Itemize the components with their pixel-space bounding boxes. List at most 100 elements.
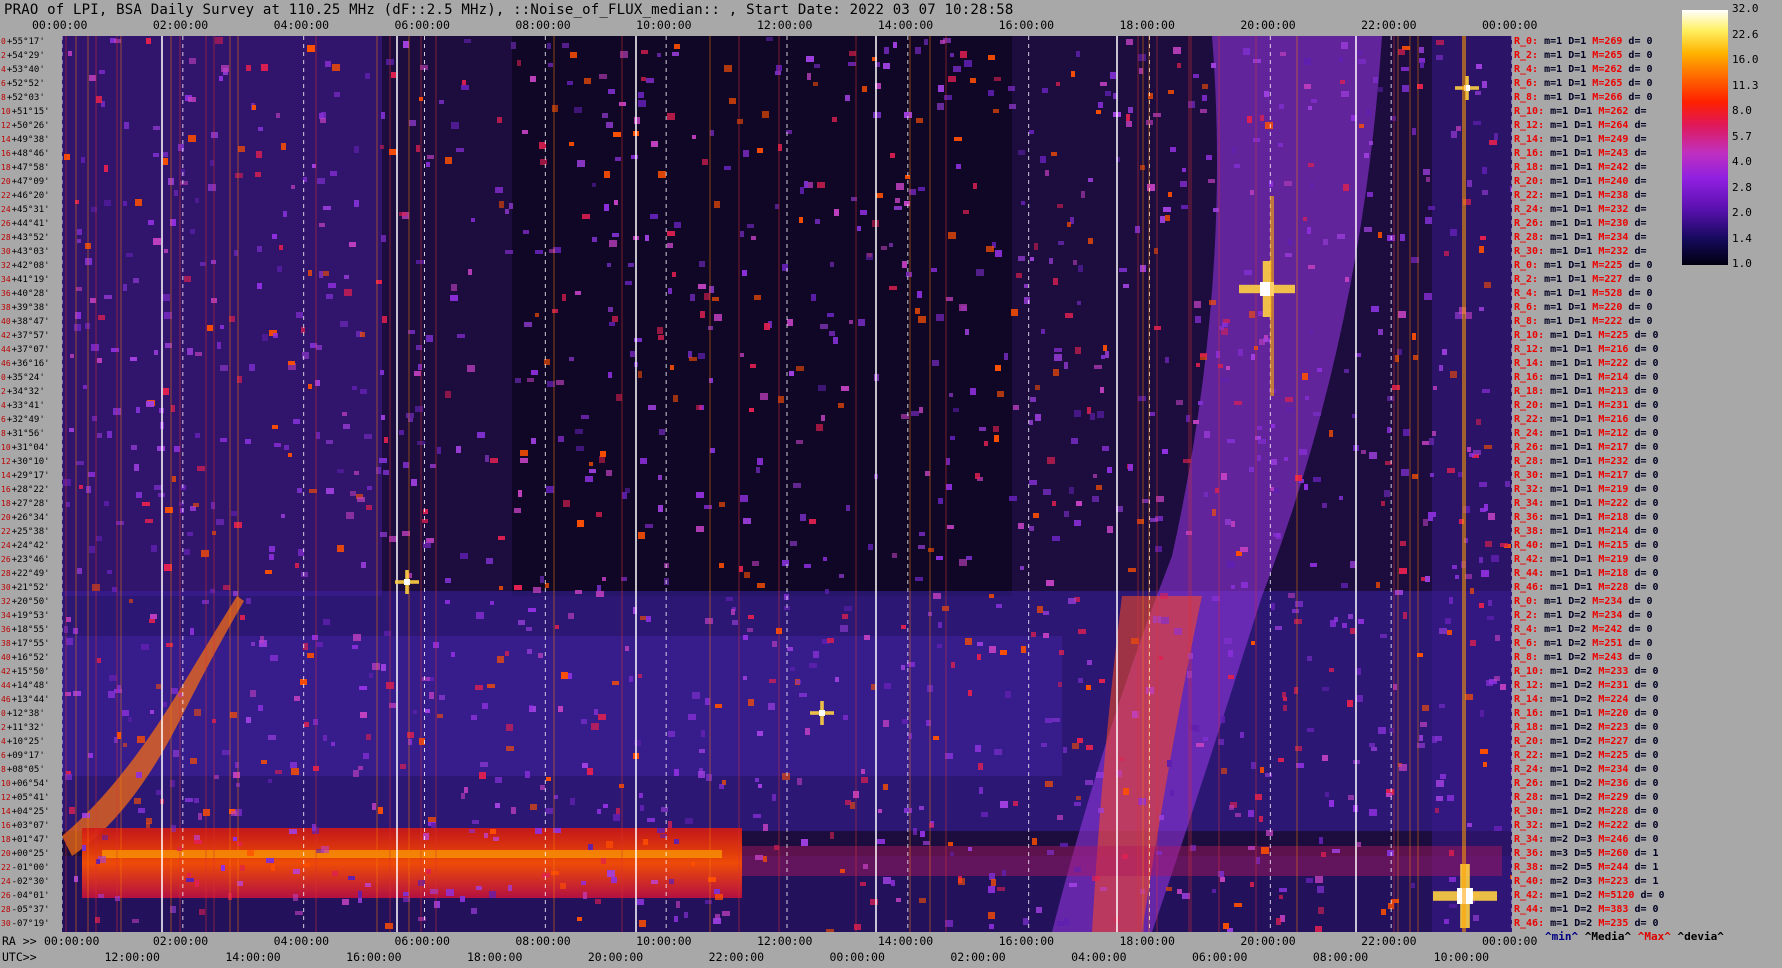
speckle xyxy=(414,371,421,376)
speckle xyxy=(1423,519,1428,526)
speckle xyxy=(250,690,256,697)
speckle xyxy=(136,772,142,778)
receiver-stat-field: R_22: xyxy=(1514,750,1551,761)
declination-label: 18+47°58' xyxy=(1,163,50,173)
speckle xyxy=(705,618,713,624)
speckle xyxy=(551,871,559,875)
receiver-stat-field: D=2 xyxy=(1574,806,1599,817)
speckle xyxy=(270,655,278,661)
speckle xyxy=(1009,104,1016,109)
speckle xyxy=(782,560,789,566)
speckle xyxy=(124,122,129,129)
speckle xyxy=(1366,109,1372,116)
speckle xyxy=(616,808,620,815)
utc-bottom-label: 16:00:00 xyxy=(346,950,402,964)
speckle xyxy=(748,699,754,706)
receiver-stat-field: d= 1 xyxy=(1634,848,1659,859)
speckle xyxy=(129,599,133,603)
speckle xyxy=(332,871,338,876)
receiver-stat-field: d= 0 xyxy=(1634,806,1659,817)
declination-value: +09°17' xyxy=(6,751,45,761)
utc-bottom-label: 08:00:00 xyxy=(1312,950,1369,964)
speckle xyxy=(1430,473,1434,477)
speckle xyxy=(674,839,679,844)
declination-label: 36+40°28' xyxy=(1,289,50,299)
source-bright-2-core xyxy=(819,710,825,716)
time-top-label: 14:00:00 xyxy=(877,18,934,32)
speckle xyxy=(1308,163,1314,167)
receiver-stat-row: R_28: m=1 D=1 M=234 d= xyxy=(1514,232,1646,243)
receiver-stat-field: m=1 xyxy=(1550,792,1575,803)
speckle xyxy=(219,76,223,81)
colorbar-tick-label: 4.0 xyxy=(1732,155,1752,168)
declination-index: 38 xyxy=(1,639,11,648)
speckle xyxy=(275,770,282,774)
declination-label: 8+31°56' xyxy=(1,429,45,439)
speckle xyxy=(1444,919,1449,924)
speckle xyxy=(266,858,274,863)
speckle xyxy=(1071,438,1078,444)
receiver-stat-row: R_6: m=1 D=1 M=265 d= 0 xyxy=(1514,78,1653,89)
receiver-stat-field: d= 0 xyxy=(1628,260,1653,271)
speckle xyxy=(743,676,747,680)
speckle xyxy=(358,891,362,898)
ra-bottom-label: 22:00:00 xyxy=(1361,934,1417,948)
speckle xyxy=(1077,738,1083,743)
speckle xyxy=(842,614,848,619)
speckle xyxy=(366,505,372,510)
speckle xyxy=(1455,575,1459,579)
speckle xyxy=(361,562,366,568)
receiver-stat-field: m=1 xyxy=(1544,260,1569,271)
speckle xyxy=(940,40,945,44)
receiver-stat-field: M=5120 xyxy=(1598,890,1641,901)
declination-index: 6 xyxy=(1,751,6,760)
speckle xyxy=(1168,90,1174,94)
speckle xyxy=(64,154,70,160)
colorbar-tick-label: 2.8 xyxy=(1732,180,1752,194)
speckle xyxy=(1371,747,1377,751)
speckle xyxy=(838,403,844,408)
speckle xyxy=(896,183,904,190)
speckle xyxy=(560,883,566,889)
receiver-stat-field: D=1 xyxy=(1568,316,1593,327)
receiver-stat-field: D=1 xyxy=(1574,162,1599,173)
colorbar-tick-label: 2.0 xyxy=(1732,206,1752,219)
speckle xyxy=(506,724,513,731)
speckle xyxy=(944,95,952,100)
speckle xyxy=(400,764,406,769)
speckle xyxy=(1220,877,1225,882)
speckle xyxy=(1167,760,1172,767)
speckle xyxy=(372,803,376,810)
receiver-stat-field: d= 0 xyxy=(1634,428,1659,439)
speckle xyxy=(334,92,340,97)
speckle xyxy=(750,364,756,368)
declination-index: 26 xyxy=(1,891,11,900)
speckle xyxy=(1018,523,1024,529)
speckle xyxy=(468,269,472,275)
speckle xyxy=(1449,904,1457,908)
speckle xyxy=(827,638,834,643)
speckle xyxy=(1258,439,1266,444)
declination-index: 32 xyxy=(1,597,11,606)
receiver-stat-field: D=1 xyxy=(1574,526,1599,537)
speckle xyxy=(181,485,186,490)
declination-value: +50°26' xyxy=(11,121,50,131)
receiver-stat-field: d= xyxy=(1634,148,1647,159)
declination-value: +48°46' xyxy=(11,149,50,159)
speckle xyxy=(965,329,969,335)
receiver-stat-field: d= 0 xyxy=(1628,92,1653,103)
legend-min: ^min^ xyxy=(1545,930,1579,943)
speckle xyxy=(369,673,373,678)
receiver-stat-field: R_34: xyxy=(1514,834,1551,845)
speckle xyxy=(1440,774,1446,779)
speckle xyxy=(485,455,489,462)
speckle xyxy=(1482,190,1488,195)
receiver-stat-row: R_26: m=1 D=2 M=236 d= 0 xyxy=(1514,778,1659,789)
speckle xyxy=(672,272,676,277)
declination-index: 8 xyxy=(1,93,6,102)
speckle xyxy=(524,322,532,327)
receiver-stat-field: d= 0 xyxy=(1628,36,1653,47)
speckle xyxy=(1058,241,1064,245)
declination-label: 6+52°52' xyxy=(1,79,45,89)
receiver-stat-row: R_20: m=1 D=1 M=240 d= xyxy=(1514,176,1646,187)
